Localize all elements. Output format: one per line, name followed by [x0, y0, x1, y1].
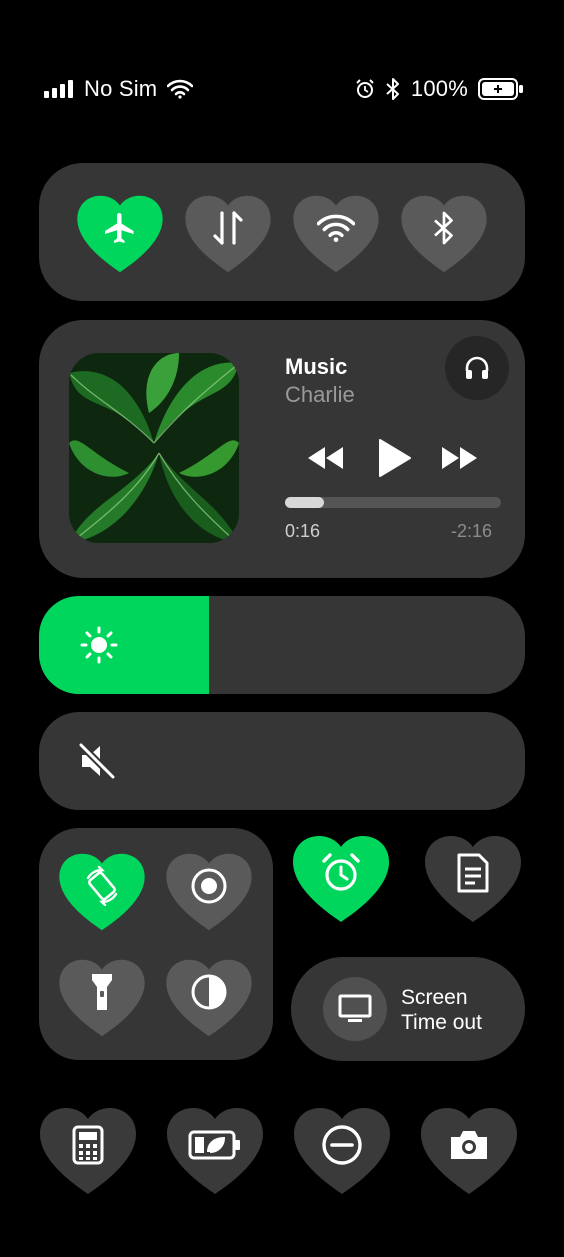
mute-icon: [78, 742, 116, 780]
bluetooth-toggle[interactable]: [399, 194, 489, 274]
alarm-icon: [356, 79, 374, 98]
status-bar: No Sim 100%: [0, 70, 564, 110]
media-progress-fill: [285, 497, 324, 508]
dark-mode-toggle[interactable]: [164, 958, 254, 1038]
brightness-fill: [39, 596, 210, 694]
media-progress-bar[interactable]: [285, 497, 501, 508]
carrier-label: No Sim: [84, 76, 158, 101]
data-arrows-icon: [211, 210, 245, 246]
bluetooth-icon: [432, 210, 456, 246]
flashlight-icon: [90, 972, 114, 1012]
monitor-icon: [338, 994, 372, 1022]
remaining-time: -2:16: [451, 521, 493, 541]
wifi-icon: [317, 213, 355, 243]
headphones-icon: [465, 356, 489, 379]
record-icon: [190, 867, 228, 905]
mobile-data-toggle[interactable]: [183, 194, 273, 274]
contrast-icon: [190, 973, 228, 1011]
album-artwork: [69, 353, 239, 543]
fast-forward-button[interactable]: [440, 445, 480, 471]
track-title: Music: [285, 354, 348, 379]
rotate-icon: [82, 866, 122, 907]
track-artist: Charlie: [285, 382, 355, 407]
fast-forward-icon: [442, 447, 477, 469]
screen-timeout-icon-circle: [323, 977, 387, 1041]
flashlight-toggle[interactable]: [57, 958, 147, 1038]
airplane-icon: [102, 210, 138, 246]
screen-record-toggle[interactable]: [164, 852, 254, 932]
play-icon: [379, 439, 411, 477]
sun-icon: [80, 626, 118, 664]
audio-output-button[interactable]: [445, 336, 509, 400]
document-icon: [455, 853, 491, 893]
notes-toggle[interactable]: [422, 834, 524, 924]
battery-percent: 100%: [410, 76, 468, 101]
do-not-disturb-button[interactable]: [291, 1106, 393, 1196]
battery-saver-button[interactable]: [164, 1106, 266, 1196]
volume-slider[interactable]: [39, 712, 525, 810]
calculator-icon: [72, 1125, 104, 1165]
minus-circle-icon: [321, 1124, 363, 1166]
battery-icon: [478, 78, 523, 100]
play-button[interactable]: [378, 438, 412, 478]
calculator-button[interactable]: [37, 1106, 139, 1196]
battery-leaf-icon: [188, 1130, 242, 1160]
rewind-icon: [308, 447, 343, 469]
auto-rotate-toggle[interactable]: [57, 852, 147, 932]
screen-timeout-label: Screen Time out: [401, 986, 482, 1034]
wifi-icon: [167, 79, 194, 99]
screen-timeout-button[interactable]: Screen Time out: [291, 957, 525, 1061]
camera-button[interactable]: [418, 1106, 520, 1196]
elapsed-time: 0:16: [285, 521, 321, 541]
wifi-toggle[interactable]: [291, 194, 381, 274]
bluetooth-icon: [386, 78, 399, 100]
camera-icon: [448, 1128, 490, 1162]
signal-icon: [44, 80, 73, 98]
airplane-mode-toggle[interactable]: [75, 194, 165, 274]
rewind-button[interactable]: [305, 445, 345, 471]
brightness-slider[interactable]: [39, 596, 525, 694]
alarm-toggle[interactable]: [290, 834, 392, 924]
alarm-icon: [320, 852, 362, 894]
